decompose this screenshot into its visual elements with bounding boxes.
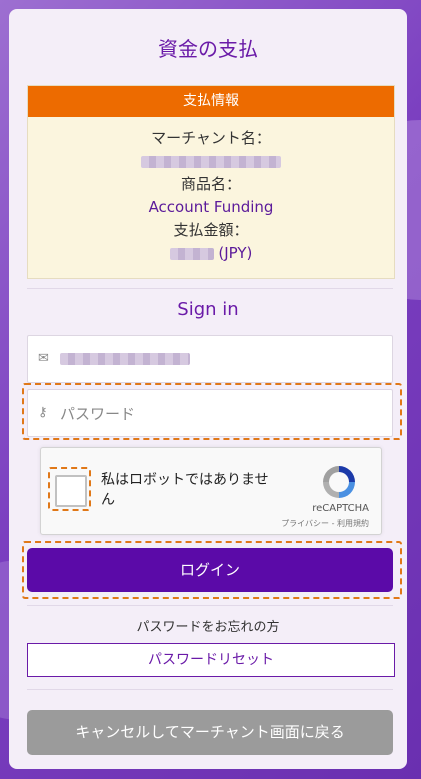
recaptcha-label: 私はロボットではありません bbox=[101, 472, 269, 508]
divider bbox=[27, 689, 393, 690]
recaptcha-links[interactable]: プライバシー - 利用規約 bbox=[281, 518, 369, 529]
payment-info-box: 支払情報 マーチャント名： 商品名： Account Funding 支払金額：… bbox=[27, 85, 395, 279]
product-label: 商品名： bbox=[180, 175, 241, 193]
recaptcha-widget: 私はロボットではありません reCAPTCHA プライバシー - 利用規約 bbox=[40, 447, 382, 535]
merchant-label: マーチャント名： bbox=[151, 129, 271, 147]
recaptcha-logo-icon bbox=[323, 466, 355, 498]
forgot-password-text: パスワードをお忘れの方 bbox=[136, 620, 280, 635]
email-field[interactable]: ✉ bbox=[27, 335, 393, 383]
login-highlight bbox=[22, 541, 402, 599]
signin-heading: Sign in bbox=[177, 299, 239, 320]
page-title: 資金の支払 bbox=[158, 37, 258, 61]
merchant-name-redacted bbox=[141, 155, 281, 168]
amount-label: 支払金額： bbox=[173, 221, 249, 239]
divider bbox=[27, 288, 393, 289]
amount-redacted bbox=[169, 247, 214, 260]
divider bbox=[27, 605, 393, 606]
password-reset-button[interactable]: パスワードリセット bbox=[27, 643, 395, 677]
payment-info-header: 支払情報 bbox=[28, 86, 394, 117]
product-value: Account Funding bbox=[148, 198, 274, 216]
email-value-redacted bbox=[60, 353, 190, 365]
checkbox-highlight bbox=[48, 467, 91, 511]
recaptcha-brand: reCAPTCHA bbox=[312, 503, 369, 514]
password-highlight bbox=[22, 383, 402, 440]
envelope-icon: ✉ bbox=[38, 351, 49, 366]
amount-currency: (JPY) bbox=[218, 244, 253, 262]
cancel-return-button[interactable]: キャンセルしてマーチャント画面に戻る bbox=[27, 710, 393, 755]
